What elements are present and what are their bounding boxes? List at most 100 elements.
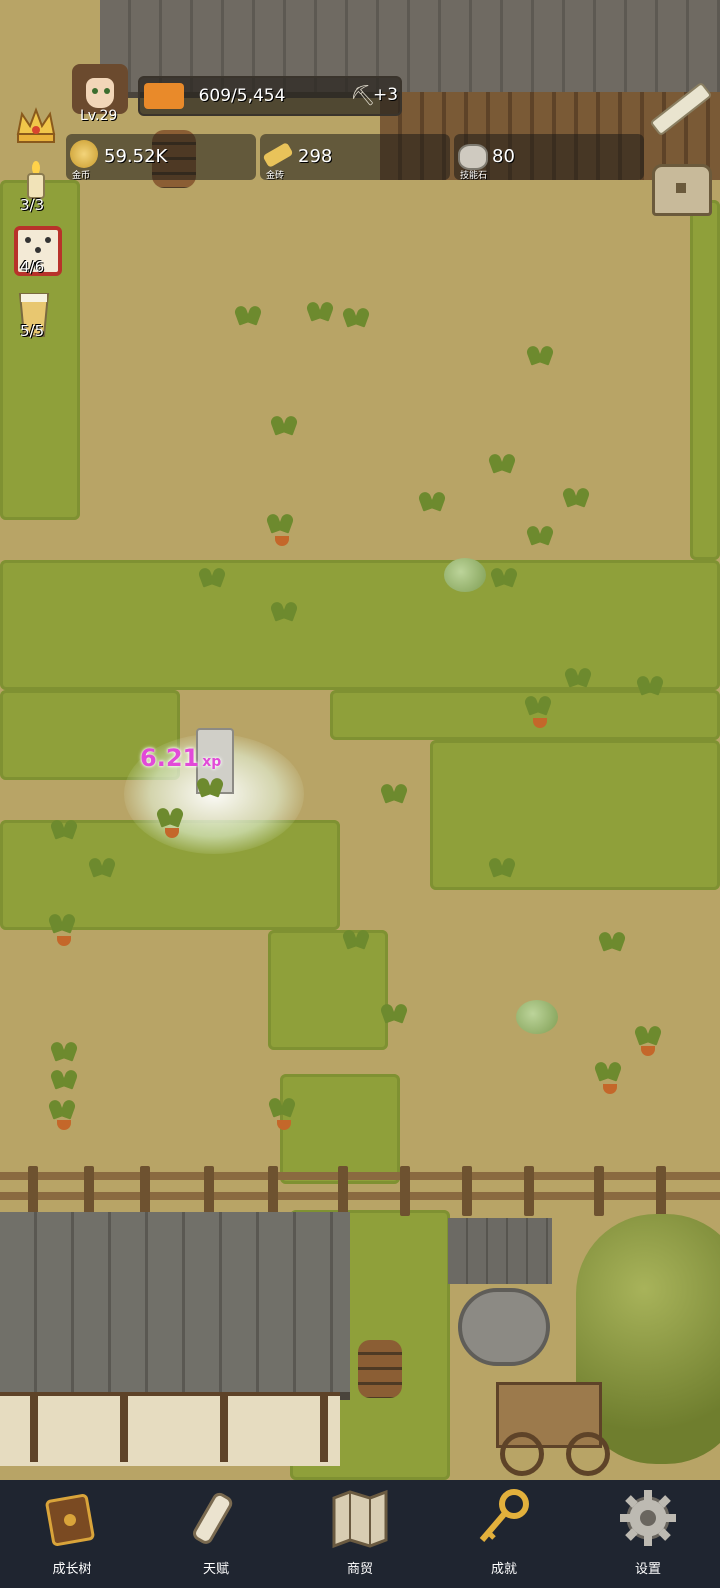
fence-post (656, 1166, 666, 1216)
crop-sprout[interactable] (638, 674, 662, 694)
crop-sprout[interactable] (344, 306, 368, 326)
fence-post (268, 1166, 278, 1216)
farm-scene[interactable]: 6.21 xp (0, 0, 720, 1480)
fence-post (462, 1166, 472, 1216)
skill-stone-value: 80 (492, 146, 515, 167)
crop-sprout[interactable] (236, 304, 260, 324)
fence-post (594, 1166, 604, 1216)
crop-sprout[interactable] (490, 452, 514, 472)
crop-sprout[interactable] (344, 928, 368, 948)
avatar-eye (104, 88, 110, 94)
xp-gain-unit: xp (202, 754, 222, 770)
treasure-chest-icon[interactable] (652, 164, 712, 216)
carrot (57, 936, 71, 946)
candle-item[interactable]: 3/3 (14, 160, 58, 216)
crop-sprout[interactable] (50, 912, 74, 932)
carrot (603, 1084, 617, 1094)
fence-post (338, 1166, 348, 1216)
crop-sprout[interactable] (50, 1098, 74, 1118)
skill-stone-counter[interactable]: 80 技能石 (454, 134, 644, 181)
house-roof (0, 1212, 350, 1400)
nav-growth-tree[interactable]: 成长树 (0, 1480, 144, 1588)
drink-count: 5/5 (20, 322, 45, 340)
crop-sprout[interactable] (492, 566, 516, 586)
hoe-icon: ⛏ (350, 83, 376, 107)
crop-sprout[interactable] (270, 1096, 294, 1116)
crop-sprout[interactable] (382, 1002, 406, 1022)
crop-sprout[interactable] (526, 694, 550, 714)
player-level: Lv.29 (80, 108, 118, 124)
grass-patch (0, 560, 720, 690)
crop-sprout[interactable] (382, 782, 406, 802)
bottom-nav: 成长树 天赋 商贸 成就 设置 (0, 1480, 720, 1588)
crop-sprout[interactable] (528, 344, 552, 364)
gold-coin-icon (70, 140, 98, 168)
crop-sprout[interactable] (308, 300, 332, 320)
xp-gain-value: 6.21 (140, 744, 200, 772)
map-icon (332, 1489, 388, 1549)
house-beam (120, 1392, 128, 1462)
barrel (358, 1340, 402, 1398)
crop-sprout[interactable] (52, 1068, 76, 1088)
crop-sprout[interactable] (200, 566, 224, 586)
fence-post (84, 1166, 94, 1216)
crop-sprout[interactable] (90, 856, 114, 876)
crop-sprout[interactable] (272, 414, 296, 434)
gold-coin-counter[interactable]: 59.52K 金币 (66, 134, 256, 181)
grass-patch (690, 200, 720, 560)
cabbage[interactable] (444, 558, 486, 592)
carrot (57, 1120, 71, 1130)
crown-button[interactable] (14, 104, 58, 152)
nav-trade[interactable]: 商贸 (288, 1480, 432, 1588)
nav-label: 商贸 (346, 1562, 373, 1577)
grass-patch (268, 930, 388, 1050)
crop-sprout[interactable] (564, 486, 588, 506)
crop-sprout[interactable] (198, 776, 222, 796)
candle-icon (27, 161, 45, 199)
crop-sprout[interactable] (158, 806, 182, 826)
nav-settings[interactable]: 设置 (576, 1480, 720, 1588)
crop-sprout[interactable] (52, 818, 76, 838)
xp-progress-text: 609/5,454 (198, 86, 286, 106)
gold-bar-value: 298 (298, 146, 333, 167)
skill-stone-icon (458, 144, 488, 170)
candle-count: 3/3 (20, 196, 45, 214)
crop-sprout[interactable] (52, 1040, 76, 1060)
nav-talent[interactable]: 天赋 (144, 1480, 288, 1588)
crop-sprout[interactable] (566, 666, 590, 686)
cart-wheel (566, 1432, 610, 1476)
nav-label: 天赋 (202, 1562, 229, 1577)
gold-bar-counter[interactable]: 298 金砖 (260, 134, 450, 181)
book-icon (45, 1493, 95, 1547)
crop-sprout[interactable] (528, 524, 552, 544)
well-roof (448, 1218, 552, 1284)
gold-bar-icon (262, 141, 294, 169)
xp-gain-popup: 6.21 xp (140, 744, 221, 772)
player-avatar[interactable] (72, 64, 128, 114)
carrot (275, 536, 289, 546)
crop-sprout[interactable] (268, 512, 292, 532)
house-beam (320, 1392, 328, 1462)
nav-label: 成就 (490, 1562, 517, 1577)
crop-sprout[interactable] (596, 1060, 620, 1080)
crop-sprout[interactable] (272, 600, 296, 620)
crop-sprout[interactable] (636, 1024, 660, 1044)
gear-icon (620, 1490, 676, 1546)
carrot (641, 1046, 655, 1056)
dice-item[interactable]: 4/6 (14, 226, 62, 280)
nav-achievement[interactable]: 成就 (432, 1480, 576, 1588)
fence-post (400, 1166, 410, 1216)
key-icon (479, 1489, 529, 1542)
drink-item[interactable]: 5/5 (14, 290, 58, 344)
crop-sprout[interactable] (490, 856, 514, 876)
grass-patch (430, 740, 720, 890)
crop-sprout[interactable] (420, 490, 444, 510)
fence-post (524, 1166, 534, 1216)
fence-post (140, 1166, 150, 1216)
nav-label: 设置 (634, 1562, 661, 1577)
nav-label: 成长树 (52, 1562, 92, 1577)
well[interactable] (448, 1218, 552, 1366)
crop-sprout[interactable] (600, 930, 624, 950)
house-wall (0, 1392, 340, 1466)
cabbage[interactable] (516, 1000, 558, 1034)
